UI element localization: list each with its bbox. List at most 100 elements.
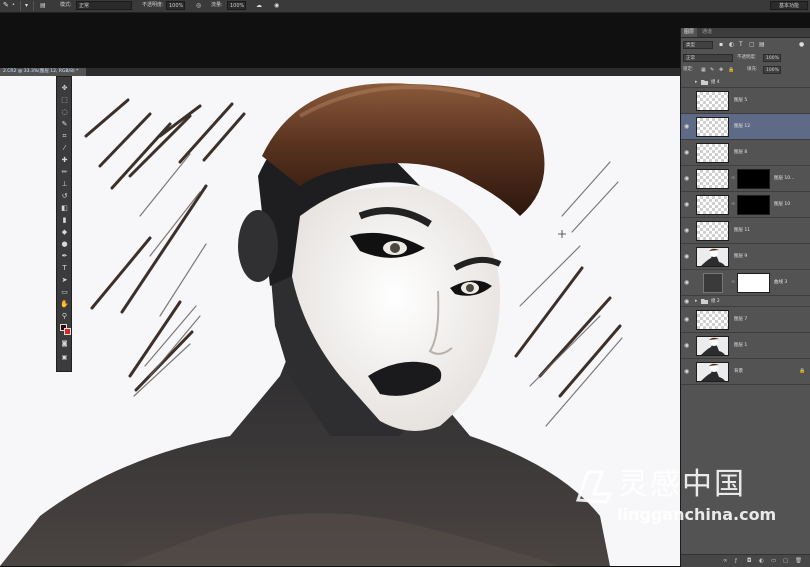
filter-pixel-icon[interactable]: ▪ bbox=[719, 41, 723, 49]
lock-pixels-icon[interactable]: ✎ bbox=[710, 66, 714, 74]
lock-all-icon[interactable]: 🔒 bbox=[728, 66, 734, 74]
flow-input[interactable]: 100% bbox=[227, 1, 246, 10]
quick-select-tool-icon[interactable]: ✎ bbox=[59, 119, 70, 129]
expand-arrow-icon[interactable]: ▸ bbox=[695, 79, 698, 86]
layer-opacity-input[interactable]: 100% bbox=[763, 54, 781, 62]
layer-mask-thumbnail[interactable] bbox=[737, 273, 770, 293]
blend-mode-select[interactable]: 正常 bbox=[683, 54, 733, 62]
marquee-tool-icon[interactable]: ⬚ bbox=[59, 95, 70, 105]
layer-row[interactable]: 图层 5 bbox=[681, 88, 810, 114]
layer-mask-thumbnail[interactable] bbox=[737, 195, 770, 215]
history-brush-tool-icon[interactable]: ↺ bbox=[59, 191, 70, 201]
chain-link-icon[interactable]: ∞ bbox=[731, 279, 735, 286]
crop-tool-icon[interactable]: ⌗ bbox=[59, 131, 70, 141]
new-layer-icon[interactable]: ▢ bbox=[783, 557, 788, 565]
eyedropper-tool-icon[interactable]: ⁄ bbox=[59, 143, 70, 153]
eye-icon[interactable]: ◉ bbox=[684, 316, 689, 323]
layer-row[interactable]: ◉ ∞ 曲线 3 bbox=[681, 270, 810, 296]
new-adjustment-layer-icon[interactable]: ◐ bbox=[759, 557, 764, 565]
type-tool-icon[interactable]: T bbox=[59, 263, 70, 273]
filter-adjustment-icon[interactable]: ◐ bbox=[729, 41, 734, 49]
lock-position-icon[interactable]: ✥ bbox=[719, 66, 723, 74]
layer-mask-thumbnail[interactable] bbox=[737, 169, 770, 189]
new-group-icon[interactable]: ▭ bbox=[771, 557, 776, 565]
lasso-tool-icon[interactable]: ◌ bbox=[59, 107, 70, 117]
chain-link-icon[interactable]: ∞ bbox=[731, 175, 735, 182]
layer-row[interactable]: ◉ ∞ 图层 10 bbox=[681, 192, 810, 218]
eye-icon[interactable]: ◉ bbox=[684, 123, 689, 130]
move-tool-icon[interactable]: ✥ bbox=[59, 83, 70, 93]
layer-name: 图层 10 bbox=[774, 202, 791, 207]
brush-tool-icon[interactable]: ✏ bbox=[59, 167, 70, 177]
eye-icon[interactable]: ◉ bbox=[684, 175, 689, 182]
layer-fill-input[interactable]: 100% bbox=[763, 66, 781, 74]
eye-icon[interactable]: ◉ bbox=[684, 227, 689, 234]
screen-mode-icon[interactable]: ▣ bbox=[59, 353, 70, 363]
zoom-tool-icon[interactable]: ⚲ bbox=[59, 311, 70, 321]
layer-row-background[interactable]: ◉ 背景 🔒 bbox=[681, 359, 810, 385]
tab-channels[interactable]: 通道 bbox=[699, 28, 715, 37]
shape-tool-icon[interactable]: ▭ bbox=[59, 287, 70, 297]
filter-shape-icon[interactable]: ▢ bbox=[749, 41, 755, 49]
pressure-opacity-icon[interactable]: ◎ bbox=[196, 1, 201, 10]
layer-row-selected[interactable]: ◉ 图层 12 bbox=[681, 114, 810, 140]
layer-row[interactable]: ◉ 图层 9 bbox=[681, 244, 810, 270]
eye-icon[interactable]: ◉ bbox=[684, 298, 689, 305]
layer-group[interactable]: ◉ ▸ 组 2 bbox=[681, 296, 810, 307]
eye-icon[interactable]: ◉ bbox=[684, 342, 689, 349]
layer-row[interactable]: ◉ 图层 7 bbox=[681, 307, 810, 333]
layer-name: 组 4 bbox=[711, 80, 720, 85]
layer-thumbnail bbox=[696, 247, 729, 267]
layer-row[interactable]: ◉ 图层 8 bbox=[681, 140, 810, 166]
brush-size-icon[interactable]: • bbox=[12, 1, 15, 10]
layers-panel-footer: ∞ ƒ ◘ ◐ ▭ ▢ 🗑 bbox=[681, 554, 810, 567]
pressure-size-icon[interactable]: ◉ bbox=[274, 1, 279, 10]
eraser-tool-icon[interactable]: ◧ bbox=[59, 203, 70, 213]
layer-thumbnail bbox=[696, 362, 729, 382]
layer-row[interactable]: ◉ 图层 11 bbox=[681, 218, 810, 244]
document-tab[interactable]: 2.CR2 @ 33.3%(图层 12, RGB/8) * bbox=[0, 68, 86, 76]
layer-name: 图层 1 bbox=[734, 343, 748, 348]
eye-icon[interactable]: ◉ bbox=[684, 368, 689, 375]
brush-tool-preset-icon[interactable]: ✎ bbox=[3, 1, 9, 10]
layer-thumbnail bbox=[696, 143, 729, 163]
workspace-switcher[interactable]: 基本功能 bbox=[770, 1, 808, 10]
layer-style-icon[interactable]: ƒ bbox=[735, 557, 737, 565]
blur-tool-icon[interactable]: ◆ bbox=[59, 227, 70, 237]
chain-link-icon[interactable]: ∞ bbox=[731, 201, 735, 208]
quick-mask-icon[interactable]: ◙ bbox=[59, 339, 70, 349]
eye-icon[interactable]: ◉ bbox=[684, 253, 689, 260]
brush-picker-icon[interactable]: ▾ bbox=[25, 1, 28, 10]
path-selection-tool-icon[interactable]: ➤ bbox=[59, 275, 70, 285]
add-mask-icon[interactable]: ◘ bbox=[747, 557, 751, 565]
lock-transparency-icon[interactable]: ▦ bbox=[701, 66, 706, 74]
mode-label: 模式: bbox=[60, 2, 72, 8]
background-color-swatch[interactable] bbox=[64, 328, 71, 335]
opacity-input[interactable]: 100% bbox=[166, 1, 185, 10]
gradient-tool-icon[interactable]: ▮ bbox=[59, 215, 70, 225]
layer-group[interactable]: ▸ 组 4 bbox=[681, 77, 810, 88]
airbrush-icon[interactable]: ☁ bbox=[256, 1, 262, 10]
layer-thumbnail bbox=[696, 336, 729, 356]
healing-brush-tool-icon[interactable]: ✚ bbox=[59, 155, 70, 165]
eye-icon[interactable]: ◉ bbox=[684, 279, 689, 286]
hand-tool-icon[interactable]: ✋ bbox=[59, 299, 70, 309]
brush-panel-icon[interactable]: ▤ bbox=[40, 1, 46, 10]
link-layers-icon[interactable]: ∞ bbox=[723, 557, 728, 565]
layer-row[interactable]: ◉ 图层 1 bbox=[681, 333, 810, 359]
layer-kind-filter[interactable]: 类型 bbox=[683, 41, 713, 49]
layer-row[interactable]: ◉ ∞ 图层 10... bbox=[681, 166, 810, 192]
eye-icon[interactable]: ◉ bbox=[684, 149, 689, 156]
tab-layers[interactable]: 图层 bbox=[681, 28, 698, 37]
filter-type-icon[interactable]: T bbox=[739, 41, 743, 49]
pen-tool-icon[interactable]: ✒ bbox=[59, 251, 70, 261]
filter-smart-object-icon[interactable]: ▤ bbox=[759, 41, 765, 49]
eye-icon[interactable]: ◉ bbox=[684, 201, 689, 208]
dodge-tool-icon[interactable]: ● bbox=[59, 239, 70, 249]
expand-arrow-icon[interactable]: ▸ bbox=[695, 298, 698, 305]
filter-toggle-icon[interactable]: ● bbox=[799, 41, 804, 49]
lock-icon: 🔒 bbox=[799, 368, 806, 374]
trash-icon[interactable]: 🗑 bbox=[795, 557, 802, 565]
mode-select[interactable]: 正常 bbox=[76, 1, 132, 10]
clone-stamp-tool-icon[interactable]: ⊥ bbox=[59, 179, 70, 189]
